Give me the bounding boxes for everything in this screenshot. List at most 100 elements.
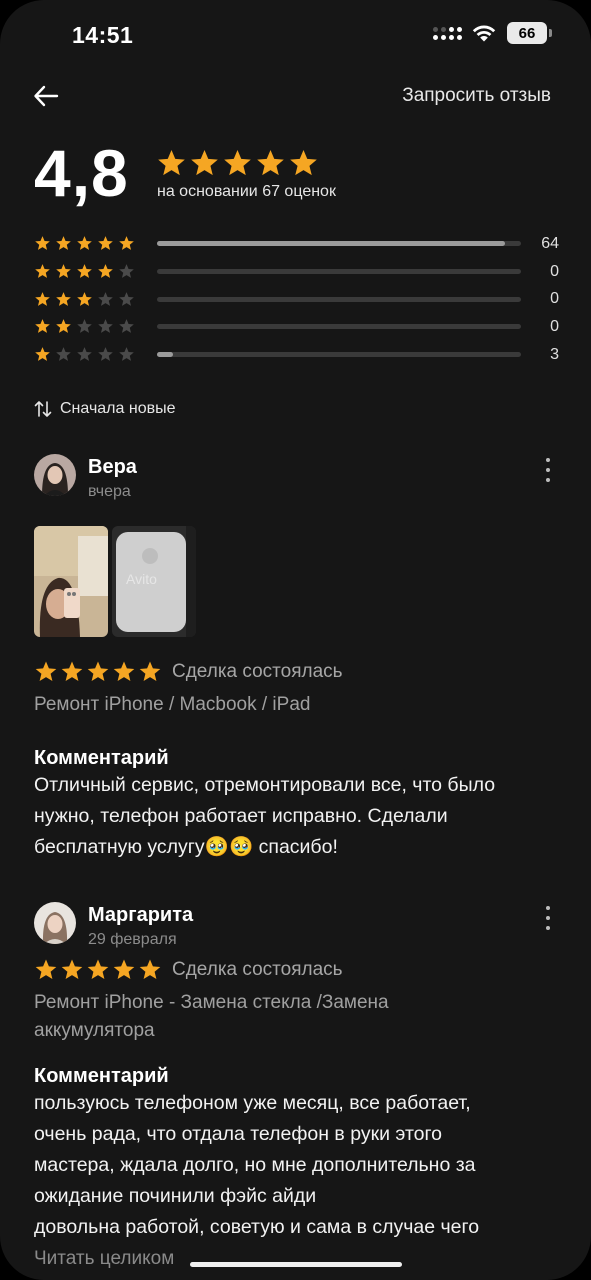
comment-title: Комментарий (34, 1065, 169, 1087)
rating-row-bar (157, 269, 521, 275)
star-empty-icon (98, 291, 113, 306)
star-filled-icon (77, 264, 92, 278)
rating-row-2: 0 (34, 313, 559, 341)
back-button[interactable] (28, 78, 64, 114)
star-filled-icon (113, 959, 135, 979)
deal-status: Сделка состоялась (172, 661, 343, 682)
svg-text:Avito: Avito (126, 571, 157, 587)
star-filled-icon (56, 291, 71, 306)
star-filled-icon (56, 319, 71, 334)
star-filled-icon (139, 661, 161, 681)
more-options-icon[interactable] (541, 458, 555, 482)
rating-row-count: 64 (541, 234, 559, 252)
status-time: 14:51 (72, 22, 134, 48)
star-filled-icon (158, 149, 185, 176)
star-filled-icon (56, 236, 71, 251)
review-stars (34, 958, 162, 982)
read-more-link[interactable]: Читать целиком (34, 1248, 174, 1270)
request-review-button[interactable]: Запросить отзыв (402, 85, 551, 107)
reviewer-name: Маргарита (88, 904, 194, 926)
star-filled-icon (87, 959, 109, 979)
star-filled-icon (257, 149, 284, 176)
star-empty-icon (77, 347, 92, 361)
star-filled-icon (35, 291, 50, 306)
average-rating: 4,8 (34, 136, 129, 210)
rating-count-text: на основании 67 оценок (157, 183, 336, 200)
star-filled-icon (113, 661, 135, 681)
comment-text: Отличный сервис, отремонтировали все, чт… (34, 774, 496, 858)
rating-row-count: 0 (550, 262, 559, 280)
star-filled-icon (98, 236, 113, 251)
rating-row-bar (157, 296, 521, 302)
status-icons: 66 (433, 22, 552, 44)
review-category: Ремонт iPhone - Замена стекла /Замена ак… (34, 992, 389, 1041)
review-date: 29 февраля (88, 931, 177, 948)
rating-row-1: 3 (34, 341, 559, 369)
rating-row-stars (34, 263, 157, 280)
review-photos: Avito (34, 526, 559, 637)
cellular-signal-icon (433, 22, 462, 44)
rating-row-bar (157, 352, 521, 358)
star-empty-icon (98, 319, 113, 334)
rating-row-stars (34, 346, 157, 363)
star-filled-icon (77, 291, 92, 306)
comment-text: пользуюсь телефоном уже месяц, все работ… (34, 1092, 480, 1238)
star-filled-icon (77, 236, 92, 251)
star-empty-icon (119, 319, 134, 334)
rating-row-bar (157, 324, 521, 330)
rating-distribution: 64 0 0 0 3 (34, 230, 559, 368)
review-category: Ремонт iPhone / Macbook / iPad (34, 694, 311, 715)
comment-title: Комментарий (34, 747, 169, 769)
star-filled-icon (35, 264, 50, 278)
star-filled-icon (35, 959, 57, 979)
review-card: Маргарита 29 февраля Сделка состоялась Р… (34, 902, 559, 1243)
rating-row-bar-fill (157, 241, 505, 247)
review-photo[interactable]: Avito (112, 526, 196, 637)
star-filled-icon (224, 149, 251, 176)
deal-status-row: Сделка состоялась (34, 659, 559, 685)
review-photo[interactable] (34, 526, 108, 637)
star-filled-icon (35, 661, 57, 681)
star-empty-icon (56, 347, 71, 361)
star-empty-icon (119, 264, 134, 278)
star-filled-icon (87, 661, 109, 681)
sort-arrows-icon (34, 401, 52, 417)
star-filled-icon (61, 959, 83, 979)
rating-row-stars (34, 318, 157, 335)
avatar[interactable] (34, 454, 76, 496)
status-bar: 14:51 66 (0, 0, 591, 70)
star-filled-icon (119, 236, 134, 251)
review-header: Маргарита 29 февраля (34, 902, 559, 952)
more-options-icon[interactable] (541, 906, 555, 930)
star-filled-icon (191, 149, 218, 176)
top-nav: Запросить отзыв (0, 76, 591, 116)
star-empty-icon (77, 319, 92, 334)
sort-button[interactable]: Сначала новые (34, 400, 175, 418)
review-stars (34, 660, 162, 684)
rating-row-stars (34, 235, 157, 252)
rating-row-count: 3 (550, 345, 559, 363)
wifi-icon (472, 25, 496, 42)
star-filled-icon (98, 264, 113, 278)
review-header: Вера вчера (34, 454, 559, 504)
arrow-left-icon (34, 85, 59, 107)
rating-row-count: 0 (550, 317, 559, 335)
star-filled-icon (56, 264, 71, 278)
rating-row-4: 0 (34, 258, 559, 286)
reviewer-name: Вера (88, 456, 137, 478)
star-filled-icon (139, 959, 161, 979)
deal-status-row: Сделка состоялась (34, 957, 559, 983)
star-filled-icon (290, 149, 317, 176)
rating-row-3: 0 (34, 285, 559, 313)
star-filled-icon (35, 347, 50, 361)
home-indicator (190, 1262, 402, 1267)
rating-row-5: 64 (34, 230, 559, 258)
star-filled-icon (35, 319, 50, 334)
battery-indicator: 66 (507, 22, 552, 44)
star-empty-icon (119, 347, 134, 361)
sort-label: Сначала новые (60, 400, 176, 417)
star-empty-icon (98, 347, 113, 361)
rating-row-bar-fill (157, 352, 174, 358)
rating-row-bar (157, 241, 521, 247)
avatar[interactable] (34, 902, 76, 944)
